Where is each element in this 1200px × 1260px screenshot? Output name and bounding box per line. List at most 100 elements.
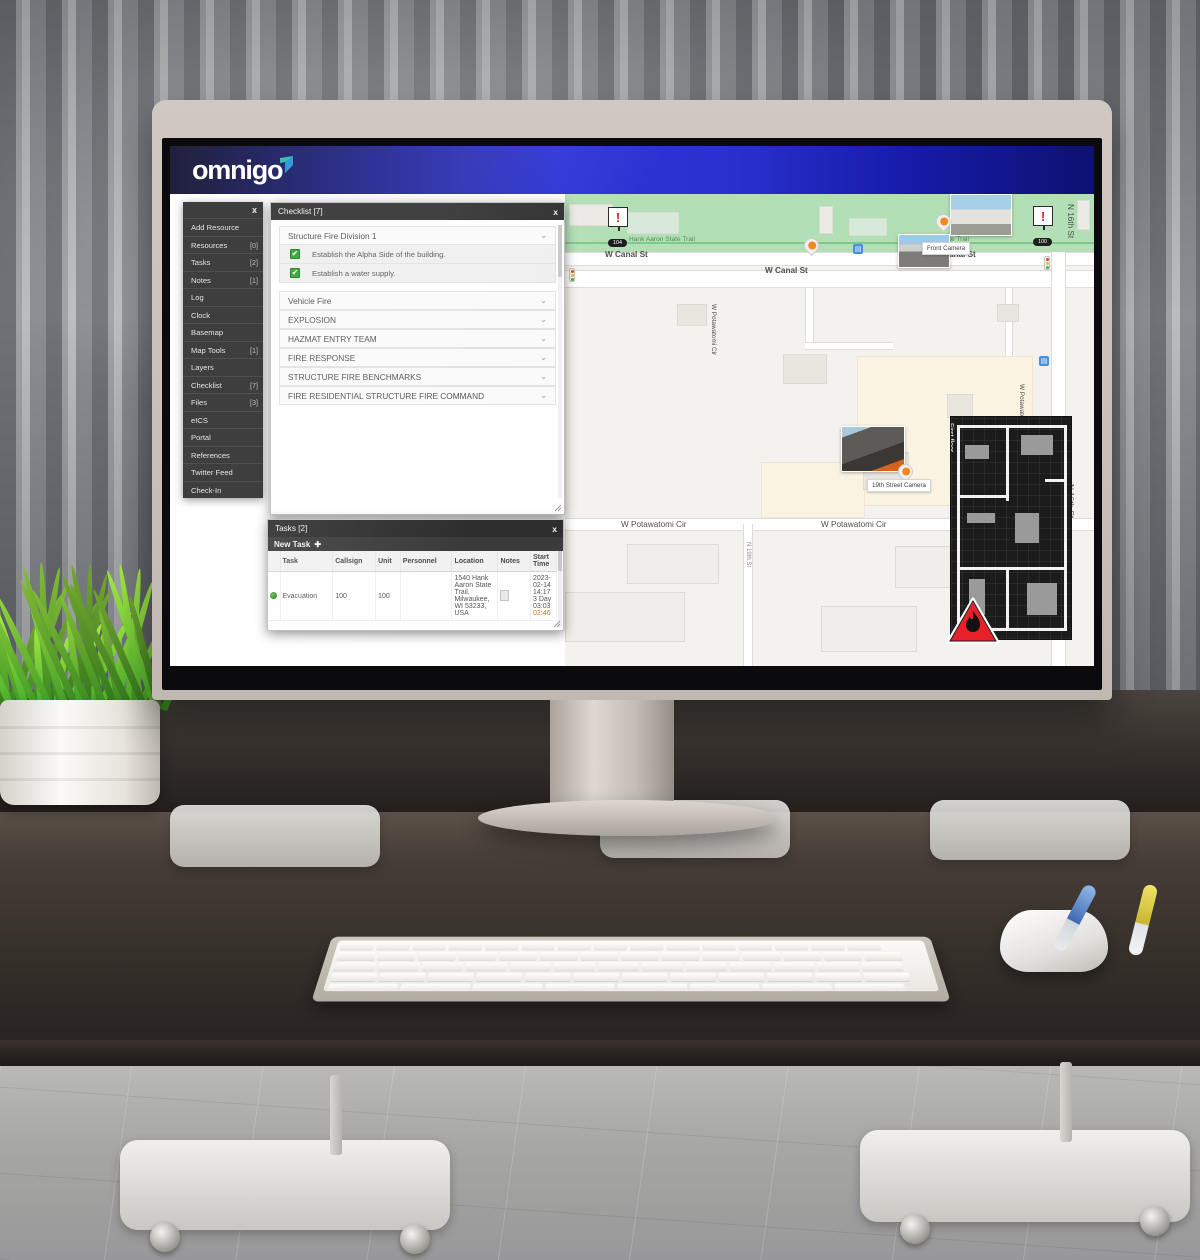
keyboard-key[interactable] (701, 952, 741, 960)
keyboard-key[interactable] (822, 952, 863, 960)
keyboard-key[interactable] (484, 942, 520, 950)
chip-front-camera[interactable]: Front Camera (922, 242, 971, 255)
transit-icon[interactable]: ▤ (1039, 356, 1049, 366)
keyboard[interactable] (311, 936, 951, 1002)
keyboard-key[interactable] (580, 952, 619, 960)
keyboard-key[interactable] (666, 942, 700, 950)
keyboard-key[interactable] (630, 942, 664, 950)
warning-marker-104[interactable]: ! 104 (608, 207, 630, 247)
sidebar-item-basemap[interactable]: Basemap (183, 323, 263, 341)
keyboard-key[interactable] (557, 942, 592, 950)
checkbox-checked-icon[interactable]: ✔ (290, 268, 300, 278)
keyboard-key[interactable] (766, 972, 814, 982)
app-logo[interactable]: omnigo (192, 155, 294, 186)
keyboard-key[interactable] (573, 972, 619, 982)
notes-cell[interactable] (497, 571, 531, 621)
keyboard-key[interactable] (412, 942, 448, 950)
keyboard-key[interactable] (465, 962, 508, 971)
keyboard-key[interactable] (621, 952, 659, 960)
poi-pin-trail[interactable] (800, 234, 823, 259)
keyboard-key[interactable] (553, 962, 596, 971)
keyboard-key[interactable] (378, 972, 426, 982)
warning-marker-100[interactable]: ! 100 (1033, 206, 1055, 246)
left-tool-panel[interactable]: x Add Resource Resources [0] Tasks [2] Notes [… (183, 202, 263, 498)
eye-icon[interactable] (270, 591, 277, 599)
chip-19th-street-camera[interactable]: 19th Street Camera (867, 479, 931, 492)
keyboard-key[interactable] (621, 972, 668, 982)
keyboard-key[interactable] (499, 952, 538, 960)
scrollbar-thumb[interactable] (558, 225, 562, 277)
keyboard-key[interactable] (670, 972, 717, 982)
keyboard-key[interactable] (377, 952, 417, 960)
keyboard-key[interactable] (399, 983, 471, 992)
panel-close-button[interactable]: x (183, 202, 263, 218)
checklist-group-header[interactable]: Vehicle Fire ⌄ (279, 291, 556, 310)
keyboard-key[interactable] (702, 942, 736, 950)
sidebar-item-check-in[interactable]: Check-In (183, 480, 263, 499)
keyboard-key[interactable] (593, 942, 628, 950)
keyboard-key[interactable] (333, 962, 377, 971)
keyboard-key[interactable] (814, 972, 863, 982)
checklist-scrollbar[interactable] (558, 225, 562, 498)
keyboard-key[interactable] (685, 962, 728, 971)
resize-grip-icon[interactable] (554, 504, 562, 512)
keyboard-key[interactable] (773, 962, 816, 971)
sidebar-item-checklist[interactable]: Checklist [7] (183, 375, 263, 394)
keyboard-key[interactable] (641, 962, 684, 971)
checklist-titlebar[interactable]: Checklist [7] x (271, 203, 564, 220)
checklist-group-header[interactable]: HAZMAT ENTRY TEAM ⌄ (279, 329, 556, 348)
column-header[interactable]: Notes (497, 551, 531, 572)
row-visibility-toggle[interactable] (268, 571, 281, 621)
photo-thumbnail-building[interactable] (950, 194, 1012, 236)
checklist-group-header[interactable]: FIRE RESPONSE ⌄ (279, 348, 556, 367)
scrollbar-thumb[interactable] (558, 551, 562, 571)
keyboard-key[interactable] (539, 952, 578, 960)
keyboard-key[interactable] (742, 952, 781, 960)
keyboard-key[interactable] (329, 972, 378, 982)
keyboard-key[interactable] (326, 983, 399, 992)
keyboard-key[interactable] (544, 983, 615, 992)
new-task-button[interactable]: New Task ✚ (268, 537, 563, 551)
keyboard-key[interactable] (458, 952, 498, 960)
column-header[interactable]: Task (280, 551, 334, 572)
close-icon[interactable]: x (552, 524, 557, 534)
keyboard-key[interactable] (448, 942, 484, 950)
fire-hazard-icon[interactable] (946, 597, 1000, 645)
sidebar-item-layers[interactable]: Layers (183, 358, 263, 376)
keyboard-key[interactable] (774, 942, 809, 950)
column-header[interactable]: Unit (375, 551, 401, 572)
keyboard-key[interactable] (417, 952, 457, 960)
column-header[interactable] (268, 551, 281, 572)
map-canvas[interactable]: Hank Aaron State Trail Hank Aaron State … (565, 194, 1094, 666)
transit-icon[interactable]: ▤ (853, 244, 863, 254)
sidebar-item-map-tools[interactable]: Map Tools [1] (183, 340, 263, 359)
resize-grip-icon[interactable] (553, 620, 561, 628)
column-header[interactable]: Location (451, 551, 499, 572)
sidebar-item-twitter-feed[interactable]: Twitter Feed (183, 463, 263, 481)
keyboard-key[interactable] (336, 952, 377, 960)
sidebar-item-files[interactable]: Files [3] (183, 393, 263, 411)
poi-pin-front-camera[interactable] (932, 210, 955, 235)
sidebar-item-notes[interactable]: Notes [1] (183, 270, 263, 289)
checklist-group-header[interactable]: Structure Fire Division 1 ⌄ (279, 226, 556, 245)
sidebar-item-tasks[interactable]: Tasks [2] (183, 253, 263, 271)
table-row[interactable]: Evacuation 100 100 1540 Hank Aaron State Tr… (268, 571, 557, 621)
sidebar-item-eics[interactable]: eICS (183, 410, 263, 429)
keyboard-key[interactable] (509, 962, 552, 971)
tasks-window[interactable]: Tasks [2] x New Task ✚ Task Callsign Unit P… (267, 519, 564, 631)
keyboard-key[interactable] (738, 942, 773, 950)
sidebar-item-log[interactable]: Log (183, 288, 263, 306)
keyboard-key[interactable] (472, 983, 543, 992)
keyboard-key[interactable] (597, 962, 640, 971)
keyboard-key[interactable] (863, 952, 903, 960)
keyboard-key[interactable] (617, 983, 688, 992)
checklist-group-header[interactable]: EXPLOSION ⌄ (279, 310, 556, 329)
keyboard-key[interactable] (863, 972, 911, 982)
keyboard-key[interactable] (339, 942, 376, 950)
keyboard-key[interactable] (782, 952, 822, 960)
keyboard-key[interactable] (377, 962, 421, 971)
keyboard-key[interactable] (475, 972, 523, 982)
keyboard-key[interactable] (810, 942, 845, 950)
column-header[interactable]: Personnel (400, 551, 453, 572)
column-header[interactable]: Callsign (332, 551, 377, 572)
